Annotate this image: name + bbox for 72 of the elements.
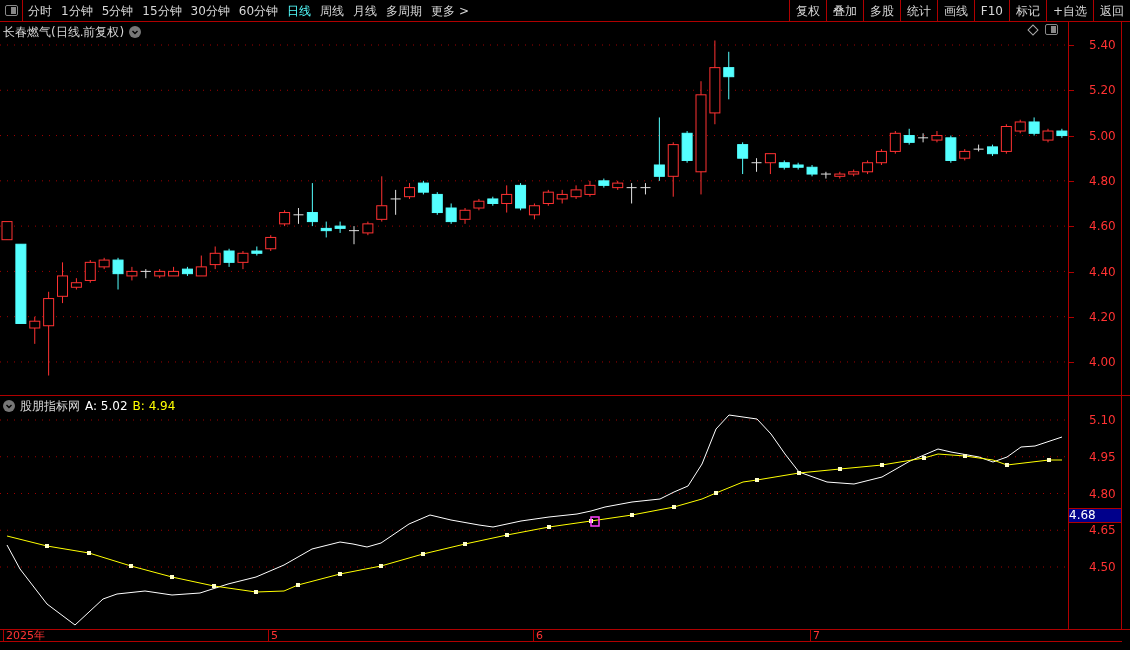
- period-tab[interactable]: 更多 >: [431, 1, 469, 20]
- toolbar-button[interactable]: F10: [973, 0, 1009, 21]
- line-point-marker: [170, 575, 174, 579]
- price-axis-label: 5.20: [1089, 84, 1116, 97]
- price-axis-label: 5.00: [1089, 129, 1116, 142]
- line-point-marker: [672, 505, 676, 509]
- line-point-marker: [838, 467, 842, 471]
- line-point-marker: [714, 491, 718, 495]
- toolbar-button[interactable]: 多股: [862, 0, 900, 21]
- period-tab[interactable]: 30分钟: [190, 1, 230, 20]
- line-point-marker: [922, 456, 926, 460]
- period-tab[interactable]: 1分钟: [61, 1, 93, 20]
- price-axis-label: 5.40: [1089, 39, 1116, 51]
- line-point-marker: [1047, 458, 1051, 462]
- line-point-marker: [589, 519, 593, 523]
- panel-toggle-icon[interactable]: [1045, 24, 1058, 35]
- indicator-axis-label: 4.95: [1089, 450, 1116, 463]
- period-tab[interactable]: 周线: [320, 1, 345, 20]
- date-axis-label: 6: [533, 630, 543, 642]
- price-axis-label: 4.20: [1089, 310, 1116, 323]
- toolbar-button[interactable]: 叠加: [825, 0, 863, 21]
- line-point-marker: [338, 572, 342, 576]
- line-point-marker: [129, 564, 133, 568]
- line-point-marker: [421, 552, 425, 556]
- indicator-axis-label: 4.65: [1089, 524, 1116, 537]
- period-tab[interactable]: 日线: [287, 1, 312, 20]
- toolbar-button[interactable]: 统计: [899, 0, 937, 21]
- date-axis-label: 2025年: [3, 630, 45, 642]
- line-point-marker: [212, 584, 216, 588]
- indicator-name: 股朋指标网: [20, 398, 80, 415]
- line-point-marker: [463, 542, 467, 546]
- line-point-marker: [1005, 463, 1009, 467]
- indicator-value: B: 4.94: [132, 398, 176, 415]
- toolbar-button[interactable]: +自选: [1045, 0, 1093, 21]
- dropdown-icon[interactable]: [129, 26, 142, 38]
- toolbar-button[interactable]: 返回: [1093, 0, 1130, 21]
- indicator-axis-label: 4.50: [1089, 561, 1116, 574]
- period-tab[interactable]: 5分钟: [101, 1, 134, 20]
- toolbar-button[interactable]: 复权: [788, 0, 826, 21]
- price-axis-label: 4.00: [1089, 356, 1116, 369]
- period-tab[interactable]: 15分钟: [142, 1, 182, 20]
- price-axis-label: 4.40: [1089, 265, 1116, 278]
- line-point-marker: [963, 454, 967, 458]
- price-axis-label: 4.60: [1089, 220, 1116, 233]
- cursor-value-label: 4.68: [1069, 508, 1121, 523]
- price-axis-label: 4.80: [1089, 174, 1116, 187]
- chart-title: 长春燃气(日线.前复权): [3, 24, 125, 41]
- line-point-marker: [755, 478, 759, 482]
- line-point-marker: [254, 590, 258, 594]
- collapse-icon[interactable]: [3, 400, 15, 412]
- line-point-marker: [379, 564, 383, 568]
- line-point-marker: [880, 463, 884, 467]
- indicator-axis-label: 4.80: [1089, 487, 1116, 500]
- period-tab[interactable]: 多周期: [386, 1, 423, 20]
- line-point-marker: [547, 525, 551, 529]
- line-point-marker: [797, 471, 801, 475]
- line-point-marker: [296, 583, 300, 587]
- line-point-marker: [87, 551, 91, 555]
- toolbar-button[interactable]: 画线: [936, 0, 974, 21]
- period-tab[interactable]: 月线: [353, 1, 378, 20]
- line-point-marker: [630, 513, 634, 517]
- line-point-marker: [505, 533, 509, 537]
- date-axis-label: 5: [268, 630, 278, 642]
- line-point-marker: [45, 544, 49, 548]
- panel-toggle-icon: [4, 5, 18, 16]
- period-tab[interactable]: 60分钟: [238, 1, 279, 20]
- indicator-value: A: 5.02: [85, 398, 128, 415]
- toolbar-button[interactable]: 标记: [1008, 0, 1046, 21]
- indicator-axis-label: 5.10: [1089, 414, 1116, 426]
- date-axis-label: 7: [810, 630, 820, 642]
- signal-marker: [590, 516, 600, 527]
- period-tab[interactable]: 分时: [28, 1, 52, 20]
